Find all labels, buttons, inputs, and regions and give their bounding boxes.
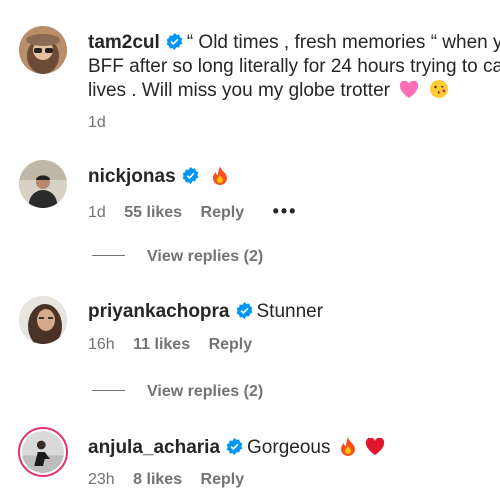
reply-button[interactable]: Reply bbox=[201, 471, 245, 488]
verified-badge-icon bbox=[182, 167, 199, 184]
pink-heart-emoji-icon bbox=[400, 81, 419, 98]
likes-count[interactable]: 8 likes bbox=[133, 471, 182, 488]
comment-text: lives . Will miss you my globe trotter bbox=[88, 80, 390, 101]
avatar-story-ring[interactable] bbox=[18, 427, 68, 477]
fire-emoji-icon bbox=[212, 166, 227, 185]
timestamp: 1d bbox=[88, 114, 106, 131]
more-options-icon[interactable]: ••• bbox=[273, 201, 298, 221]
comment-line-3: lives . Will miss you my globe trotter bbox=[88, 79, 449, 103]
comment-line-2: BFF after so long literally for 24 hours… bbox=[88, 56, 500, 77]
timestamp: 16h bbox=[88, 336, 115, 353]
avatar[interactable] bbox=[19, 26, 67, 74]
reply-button[interactable]: Reply bbox=[201, 204, 245, 221]
comment-meta: 1d 55 likes Reply ••• bbox=[88, 201, 311, 222]
divider bbox=[92, 255, 125, 256]
view-replies-button[interactable]: View replies (2) bbox=[92, 383, 263, 401]
verified-badge-icon bbox=[166, 33, 183, 50]
avatar-image bbox=[19, 26, 67, 74]
view-replies-button[interactable]: View replies (2) bbox=[92, 248, 263, 266]
view-replies-label: View replies (2) bbox=[147, 248, 264, 265]
kiss-emoji-icon bbox=[429, 80, 448, 98]
fire-emoji-icon bbox=[340, 437, 355, 456]
divider bbox=[92, 390, 125, 391]
comment-meta: 16h 11 likes Reply bbox=[88, 336, 266, 354]
username[interactable]: priyankachopra bbox=[88, 301, 230, 322]
timestamp: 1d bbox=[88, 204, 106, 221]
reply-button[interactable]: Reply bbox=[209, 336, 253, 353]
comment-line-1: priyankachopra Stunner bbox=[88, 300, 323, 324]
avatar[interactable] bbox=[19, 160, 67, 208]
avatar[interactable] bbox=[19, 296, 67, 344]
comment-line-1: tam2cul “ Old times , fresh memories “ wh… bbox=[88, 31, 500, 55]
comment-line-1: nickjonas bbox=[88, 165, 228, 189]
avatar-image bbox=[19, 160, 67, 208]
likes-count[interactable]: 11 likes bbox=[133, 336, 190, 353]
username[interactable]: anjula_acharia bbox=[88, 437, 220, 458]
verified-badge-icon bbox=[226, 438, 243, 455]
comment-meta: 1d bbox=[88, 114, 120, 132]
verified-badge-icon bbox=[236, 302, 252, 319]
timestamp: 23h bbox=[88, 471, 115, 488]
comment-meta: 23h 8 likes Reply bbox=[88, 471, 258, 489]
avatar-image bbox=[19, 296, 67, 344]
comment-text: Stunner bbox=[256, 301, 324, 322]
username[interactable]: nickjonas bbox=[88, 166, 176, 187]
likes-count[interactable]: 55 likes bbox=[124, 204, 182, 221]
comment-text: “ Old times , fresh memories “ when y bbox=[186, 32, 500, 53]
red-heart-emoji-icon bbox=[365, 438, 385, 455]
avatar-image bbox=[22, 431, 64, 473]
view-replies-label: View replies (2) bbox=[147, 383, 264, 400]
comment-line-1: anjula_acharia Gorgeous bbox=[88, 436, 385, 460]
comment-text: Gorgeous bbox=[247, 437, 331, 458]
username[interactable]: tam2cul bbox=[88, 32, 160, 53]
